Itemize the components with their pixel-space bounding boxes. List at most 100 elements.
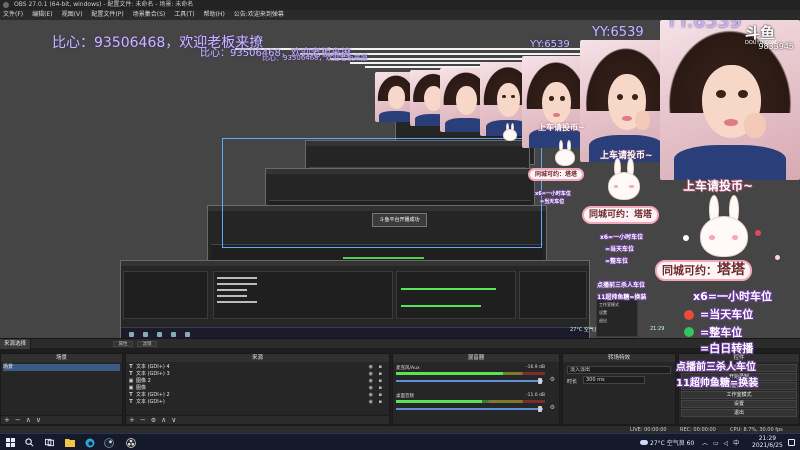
source-item[interactable]: T 文本 (GDI+) 4 ◉ ▪ — [128, 364, 387, 371]
volume-slider[interactable] — [396, 380, 543, 382]
taskbar-clock[interactable]: 21:29 2021/6/25 — [752, 435, 783, 449]
properties-button[interactable]: 属性 — [113, 341, 133, 347]
source-item[interactable]: T 文本 (GDI+) 3 ◉ ▪ — [128, 371, 387, 378]
webcam-face — [387, 86, 406, 109]
source-item[interactable]: ▣ 图像 2 ◉ ▪ — [128, 378, 387, 385]
menu-help[interactable]: 帮助(H) — [204, 10, 225, 20]
visibility-eye-icon[interactable]: ◉ — [369, 364, 373, 371]
menu-file[interactable]: 文件(F) — [3, 10, 23, 20]
bunny-sticker-echo — [503, 123, 517, 141]
remove-scene-button[interactable]: − — [15, 416, 21, 424]
lock-icon[interactable]: ▪ — [379, 378, 382, 385]
move-scene-down-button[interactable]: ∨ — [36, 416, 41, 424]
room-id: YY:6539 — [666, 20, 742, 32]
channel-settings-gear-icon[interactable]: ⚙ — [550, 404, 555, 411]
weather-widget[interactable]: 27°C 空气良 60 — [640, 438, 694, 447]
lock-icon[interactable]: ▪ — [379, 392, 382, 399]
visibility-eye-icon[interactable]: ◉ — [369, 399, 373, 406]
nested-taskbar-icon — [185, 332, 190, 337]
bunny-blush — [731, 234, 739, 240]
source-item-label: 图像 2 — [136, 378, 151, 384]
lock-icon[interactable]: ▪ — [379, 364, 382, 371]
lock-icon[interactable]: ▪ — [379, 385, 382, 392]
bunny-blush — [629, 184, 634, 189]
menu-tools[interactable]: 工具(T) — [174, 10, 194, 20]
price-line-echo: =整车位 — [605, 258, 629, 265]
edge-browser-icon[interactable] — [84, 437, 95, 448]
tab-scene-selection[interactable]: 来源选择 — [0, 339, 32, 349]
source-item[interactable]: T 文本 (GDI+) ◉ ▪ — [128, 399, 387, 406]
nested-clock: 21:29 — [650, 326, 665, 332]
price-line: =当天车位 — [700, 308, 754, 321]
image-source-icon: ▣ — [128, 385, 134, 391]
bunny-body — [555, 148, 575, 166]
add-scene-button[interactable]: + — [4, 416, 10, 424]
source-item-label: 文本 (GDI+) 2 — [136, 392, 170, 398]
selection-bounding-box[interactable] — [222, 138, 542, 248]
visibility-eye-icon[interactable]: ◉ — [369, 378, 373, 385]
add-source-button[interactable]: + — [129, 416, 135, 424]
bunny-body — [503, 129, 517, 141]
lock-icon[interactable]: ▪ — [379, 371, 382, 378]
card-title: 上车请投币~ — [683, 179, 754, 193]
channel-db: -11.0 dB — [525, 393, 545, 398]
source-item-label: 文本 (GDI+) 4 — [136, 364, 170, 370]
visibility-eye-icon[interactable]: ◉ — [369, 371, 373, 378]
webcam-lip — [622, 115, 632, 121]
price-line-echo: =当天车位 — [605, 246, 635, 253]
search-icon[interactable] — [24, 437, 35, 448]
windows-start-icon[interactable] — [5, 437, 16, 448]
visibility-eye-icon[interactable]: ◉ — [369, 392, 373, 399]
source-item-label: 文本 (GDI+) — [136, 399, 165, 405]
nested-source-row — [217, 301, 257, 303]
transition-type-select[interactable]: 淡入淡出 — [567, 366, 671, 374]
webcam-eye — [616, 93, 624, 100]
nested-taskbar-icon — [171, 332, 176, 337]
visibility-eye-icon[interactable]: ◉ — [369, 385, 373, 392]
filters-button[interactable]: 滤镜 — [137, 341, 157, 347]
duration-input[interactable]: 300 ms — [583, 376, 645, 384]
file-explorer-icon[interactable] — [64, 437, 75, 448]
source-item[interactable]: T 文本 (GDI+) 2 ◉ ▪ — [128, 392, 387, 399]
menu-edit[interactable]: 编辑(E) — [32, 10, 52, 20]
move-source-up-button[interactable]: ∧ — [161, 416, 166, 424]
menu-scene-collection[interactable]: 场景集合(S) — [133, 10, 166, 20]
move-source-down-button[interactable]: ∨ — [171, 416, 176, 424]
menu-view[interactable]: 视图(V) — [62, 10, 83, 20]
source-properties-button[interactable]: ⚙ — [151, 416, 156, 424]
menu-profile[interactable]: 配置文件(P) — [91, 10, 123, 20]
exit-button[interactable]: 退出 — [681, 409, 797, 417]
remove-source-button[interactable]: − — [140, 416, 146, 424]
source-item[interactable]: ▣ 图像 ◉ ▪ — [128, 385, 387, 392]
steam-glyph — [103, 437, 114, 448]
frame-toolbar — [121, 261, 589, 266]
card-title-echo: 上车请投币~ — [538, 123, 585, 132]
scene-item[interactable]: 场景 — [3, 364, 120, 371]
channel-settings-gear-icon[interactable]: ⚙ — [550, 376, 555, 383]
bunny-sticker-echo — [555, 140, 575, 166]
tray-icons[interactable]: ︿ ▭ ◁ 中 — [702, 438, 739, 447]
studio-mode-button[interactable]: 工作室模式 — [681, 391, 797, 399]
recursive-obs-window — [120, 260, 590, 338]
price-line: 点播前三杀人车位 — [676, 362, 756, 373]
decor-strawberry — [755, 230, 761, 236]
streamer-name: 塔塔 — [565, 171, 578, 178]
cloud-icon — [640, 440, 648, 445]
scenes-toolbar: + − ∧ ∨ — [1, 415, 122, 424]
webcam-source-echo — [580, 40, 672, 162]
lock-icon[interactable]: ▪ — [379, 399, 382, 406]
volume-slider-knob[interactable] — [538, 378, 542, 384]
notification-icon[interactable] — [788, 439, 795, 446]
text-source-icon: T — [129, 371, 133, 377]
settings-button[interactable]: 设置 — [681, 400, 797, 408]
volume-meter-level — [396, 400, 483, 403]
volume-slider-knob[interactable] — [538, 406, 542, 412]
volume-slider[interactable] — [396, 408, 543, 410]
preview-canvas[interactable]: 斗鱼平台开播成功 27°C 空气良 60 21:29 工作室模式 设置 退出 9… — [0, 20, 800, 338]
move-scene-up-button[interactable]: ∧ — [26, 416, 31, 424]
nested-source-row — [217, 283, 257, 285]
promo-pill-echo: 同城可约：塔塔 — [528, 168, 585, 181]
steam-icon[interactable] — [103, 437, 114, 448]
obs-taskbar-icon[interactable] — [125, 437, 136, 448]
task-view-icon[interactable] — [44, 437, 55, 448]
